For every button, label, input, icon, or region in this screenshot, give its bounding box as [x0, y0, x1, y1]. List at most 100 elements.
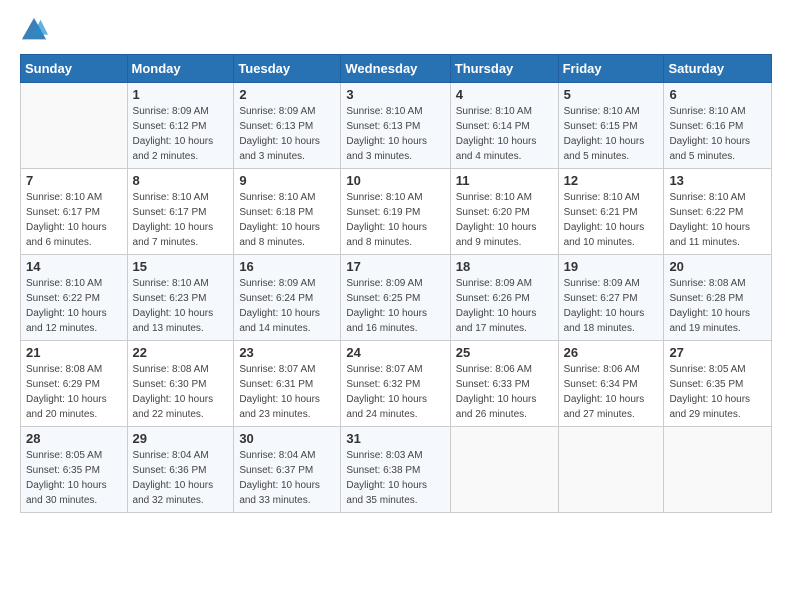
day-number: 20	[669, 259, 766, 274]
day-of-week-header: Saturday	[664, 55, 772, 83]
calendar-cell: 4 Sunrise: 8:10 AMSunset: 6:14 PMDaylight…	[450, 83, 558, 169]
day-number: 29	[133, 431, 229, 446]
calendar-cell: 9Sunrise: 8:10 AMSunset: 6:18 PMDaylight…	[234, 169, 341, 255]
calendar-cell: 23 Sunrise: 8:07 AMSunset: 6:31 PMDayligh…	[234, 341, 341, 427]
day-info: Sunrise: 8:08 AMSunset: 6:29 PMDaylight:…	[26, 362, 122, 422]
day-number: 4	[456, 87, 553, 102]
day-number: 25	[456, 345, 553, 360]
page-header	[20, 16, 772, 44]
day-of-week-header: Monday	[127, 55, 234, 83]
calendar-cell: 2 Sunrise: 8:09 AMSunset: 6:13 PMDaylight…	[234, 83, 341, 169]
day-of-week-header: Wednesday	[341, 55, 450, 83]
day-number: 13	[669, 173, 766, 188]
day-number: 15	[133, 259, 229, 274]
calendar-cell: 22 Sunrise: 8:08 AMSunset: 6:30 PMDayligh…	[127, 341, 234, 427]
day-info: Sunrise: 8:07 AMSunset: 6:32 PMDaylight:…	[346, 362, 444, 422]
calendar-cell: 19 Sunrise: 8:09 AMSunset: 6:27 PMDayligh…	[558, 255, 664, 341]
day-number: 11	[456, 173, 553, 188]
day-of-week-header: Sunday	[21, 55, 128, 83]
day-number: 17	[346, 259, 444, 274]
day-info: Sunrise: 8:05 AMSunset: 6:35 PMDaylight:…	[26, 448, 122, 508]
calendar-cell	[450, 427, 558, 513]
day-info: Sunrise: 8:05 AMSunset: 6:35 PMDaylight:…	[669, 362, 766, 422]
day-info: Sunrise: 8:09 AMSunset: 6:24 PMDaylight:…	[239, 276, 335, 336]
day-number: 12	[564, 173, 659, 188]
day-number: 24	[346, 345, 444, 360]
day-info: Sunrise: 8:10 AMSunset: 6:17 PMDaylight:…	[26, 190, 122, 250]
day-number: 23	[239, 345, 335, 360]
day-number: 22	[133, 345, 229, 360]
calendar-cell: 29 Sunrise: 8:04 AMSunset: 6:36 PMDayligh…	[127, 427, 234, 513]
day-info: Sunrise: 8:10 AMSunset: 6:18 PMDaylight:…	[239, 190, 335, 250]
calendar-week-row: 28 Sunrise: 8:05 AMSunset: 6:35 PMDayligh…	[21, 427, 772, 513]
calendar-cell: 18Sunrise: 8:09 AMSunset: 6:26 PMDayligh…	[450, 255, 558, 341]
day-number: 10	[346, 173, 444, 188]
calendar-cell: 7 Sunrise: 8:10 AMSunset: 6:17 PMDaylight…	[21, 169, 128, 255]
day-info: Sunrise: 8:10 AMSunset: 6:14 PMDaylight:…	[456, 104, 553, 164]
day-of-week-header: Friday	[558, 55, 664, 83]
calendar-cell: 5 Sunrise: 8:10 AMSunset: 6:15 PMDaylight…	[558, 83, 664, 169]
calendar-cell: 21 Sunrise: 8:08 AMSunset: 6:29 PMDayligh…	[21, 341, 128, 427]
day-info: Sunrise: 8:10 AMSunset: 6:22 PMDaylight:…	[669, 190, 766, 250]
day-number: 2	[239, 87, 335, 102]
calendar-cell: 11 Sunrise: 8:10 AMSunset: 6:20 PMDayligh…	[450, 169, 558, 255]
day-info: Sunrise: 8:08 AMSunset: 6:30 PMDaylight:…	[133, 362, 229, 422]
day-number: 3	[346, 87, 444, 102]
day-of-week-header: Thursday	[450, 55, 558, 83]
day-number: 21	[26, 345, 122, 360]
day-info: Sunrise: 8:10 AMSunset: 6:16 PMDaylight:…	[669, 104, 766, 164]
calendar-cell: 12 Sunrise: 8:10 AMSunset: 6:21 PMDayligh…	[558, 169, 664, 255]
day-info: Sunrise: 8:10 AMSunset: 6:22 PMDaylight:…	[26, 276, 122, 336]
day-number: 1	[133, 87, 229, 102]
day-of-week-header: Tuesday	[234, 55, 341, 83]
calendar-week-row: 7 Sunrise: 8:10 AMSunset: 6:17 PMDaylight…	[21, 169, 772, 255]
day-number: 26	[564, 345, 659, 360]
calendar-cell: 13 Sunrise: 8:10 AMSunset: 6:22 PMDayligh…	[664, 169, 772, 255]
day-info: Sunrise: 8:10 AMSunset: 6:13 PMDaylight:…	[346, 104, 444, 164]
day-number: 5	[564, 87, 659, 102]
day-info: Sunrise: 8:06 AMSunset: 6:33 PMDaylight:…	[456, 362, 553, 422]
day-number: 14	[26, 259, 122, 274]
calendar-cell: 10 Sunrise: 8:10 AMSunset: 6:19 PMDayligh…	[341, 169, 450, 255]
day-number: 19	[564, 259, 659, 274]
calendar-cell	[664, 427, 772, 513]
day-info: Sunrise: 8:03 AMSunset: 6:38 PMDaylight:…	[346, 448, 444, 508]
day-info: Sunrise: 8:04 AMSunset: 6:36 PMDaylight:…	[133, 448, 229, 508]
calendar-cell: 20Sunrise: 8:08 AMSunset: 6:28 PMDayligh…	[664, 255, 772, 341]
day-number: 8	[133, 173, 229, 188]
calendar-week-row: 14 Sunrise: 8:10 AMSunset: 6:22 PMDayligh…	[21, 255, 772, 341]
calendar-cell: 16 Sunrise: 8:09 AMSunset: 6:24 PMDayligh…	[234, 255, 341, 341]
day-number: 31	[346, 431, 444, 446]
day-number: 16	[239, 259, 335, 274]
calendar-cell: 15Sunrise: 8:10 AMSunset: 6:23 PMDayligh…	[127, 255, 234, 341]
day-number: 28	[26, 431, 122, 446]
calendar-cell	[21, 83, 128, 169]
day-number: 7	[26, 173, 122, 188]
calendar-week-row: 21 Sunrise: 8:08 AMSunset: 6:29 PMDayligh…	[21, 341, 772, 427]
day-number: 30	[239, 431, 335, 446]
day-info: Sunrise: 8:09 AMSunset: 6:13 PMDaylight:…	[239, 104, 335, 164]
day-info: Sunrise: 8:07 AMSunset: 6:31 PMDaylight:…	[239, 362, 335, 422]
calendar-cell: 24 Sunrise: 8:07 AMSunset: 6:32 PMDayligh…	[341, 341, 450, 427]
day-info: Sunrise: 8:09 AMSunset: 6:25 PMDaylight:…	[346, 276, 444, 336]
day-info: Sunrise: 8:04 AMSunset: 6:37 PMDaylight:…	[239, 448, 335, 508]
day-info: Sunrise: 8:10 AMSunset: 6:20 PMDaylight:…	[456, 190, 553, 250]
day-info: Sunrise: 8:10 AMSunset: 6:19 PMDaylight:…	[346, 190, 444, 250]
day-info: Sunrise: 8:09 AMSunset: 6:27 PMDaylight:…	[564, 276, 659, 336]
calendar-cell: 17 Sunrise: 8:09 AMSunset: 6:25 PMDayligh…	[341, 255, 450, 341]
day-number: 27	[669, 345, 766, 360]
day-info: Sunrise: 8:09 AMSunset: 6:12 PMDaylight:…	[133, 104, 229, 164]
calendar-cell: 31 Sunrise: 8:03 AMSunset: 6:38 PMDayligh…	[341, 427, 450, 513]
calendar-week-row: 1 Sunrise: 8:09 AMSunset: 6:12 PMDaylight…	[21, 83, 772, 169]
day-info: Sunrise: 8:06 AMSunset: 6:34 PMDaylight:…	[564, 362, 659, 422]
calendar-cell: 25 Sunrise: 8:06 AMSunset: 6:33 PMDayligh…	[450, 341, 558, 427]
day-number: 18	[456, 259, 553, 274]
logo-icon	[20, 16, 48, 44]
calendar-cell	[558, 427, 664, 513]
calendar-cell: 1 Sunrise: 8:09 AMSunset: 6:12 PMDaylight…	[127, 83, 234, 169]
day-info: Sunrise: 8:10 AMSunset: 6:17 PMDaylight:…	[133, 190, 229, 250]
day-info: Sunrise: 8:10 AMSunset: 6:15 PMDaylight:…	[564, 104, 659, 164]
calendar-table: SundayMondayTuesdayWednesdayThursdayFrid…	[20, 54, 772, 513]
calendar-cell: 27 Sunrise: 8:05 AMSunset: 6:35 PMDayligh…	[664, 341, 772, 427]
day-info: Sunrise: 8:10 AMSunset: 6:21 PMDaylight:…	[564, 190, 659, 250]
